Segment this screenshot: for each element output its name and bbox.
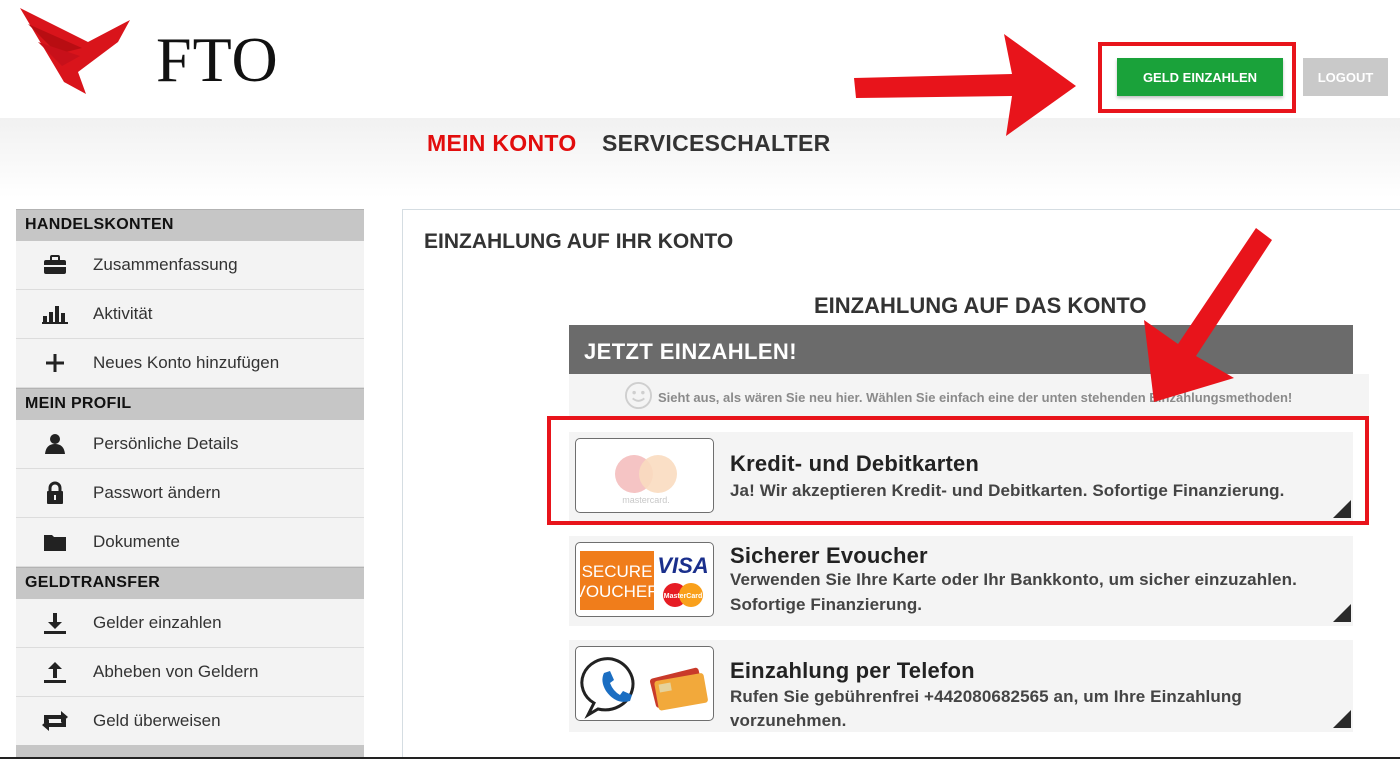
logo-text: FTO: [156, 24, 279, 95]
deposit-money-button[interactable]: GELD EINZAHLEN: [1117, 58, 1283, 96]
bar-chart-icon: [16, 304, 93, 324]
hint-text: Sieht aus, als wären Sie neu hier. Wähle…: [658, 390, 1293, 405]
deposit-now-banner: JETZT EINZAHLEN!: [569, 325, 1353, 374]
folder-icon: [16, 532, 93, 552]
secure-text: SECURE: [582, 562, 653, 581]
phone-icon: [580, 657, 708, 719]
sidebar-item-label: Passwort ändern: [93, 483, 221, 502]
method-description: Sofortige Finanzierung.: [730, 595, 923, 614]
corner-arrow-icon: [1333, 710, 1351, 728]
sidebar-item-label: Gelder einzahlen: [93, 613, 222, 632]
mastercard-logo-text: mastercard.: [622, 495, 670, 505]
logout-button[interactable]: LOGOUT: [1303, 58, 1388, 96]
nav-serviceschalter[interactable]: SERVICESCHALTER: [602, 130, 831, 157]
sidebar-item-passwort[interactable]: Passwort ändern: [16, 469, 364, 518]
download-icon: [16, 612, 93, 634]
bird-logo-icon: [20, 8, 130, 94]
user-icon: [16, 433, 93, 455]
method-title: Einzahlung per Telefon: [730, 658, 975, 683]
sidebar-item-label: Aktivität: [93, 304, 153, 323]
method-description: vorzunehmen.: [730, 711, 847, 730]
method-title: Kredit- und Debitkarten: [730, 451, 980, 476]
sidebar-item-dokumente[interactable]: Dokumente: [16, 518, 364, 567]
lock-icon: [16, 481, 93, 505]
mastercard-text: MasterCard: [664, 593, 703, 600]
secure-voucher-logo: SECURE VOUCHER VISA MasterCard: [575, 542, 714, 617]
sidebar-item-label: Abheben von Geldern: [93, 662, 259, 681]
method-description: Verwenden Sie Ihre Karte oder Ihr Bankko…: [730, 570, 1297, 589]
phone-card-logo: [575, 646, 714, 721]
sidebar-item-label: Zusammenfassung: [93, 255, 238, 274]
sidebar-section-title: MEIN PROFIL: [16, 388, 364, 420]
sidebar-item-label: Persönliche Details: [93, 434, 239, 453]
sidebar-item-zusammenfassung[interactable]: Zusammenfassung: [16, 241, 364, 290]
sidebar-section-title: HANDELSKONTEN: [16, 209, 364, 241]
sidebar-item-gelder-einzahlen[interactable]: Gelder einzahlen: [16, 599, 364, 648]
page-title: EINZAHLUNG AUF IHR KONTO: [424, 230, 734, 253]
sidebar-item-label: Dokumente: [93, 532, 180, 551]
method-title: Sicherer Evoucher: [730, 543, 928, 568]
briefcase-icon: [16, 255, 93, 275]
corner-arrow-icon: [1333, 604, 1351, 622]
fto-logo[interactable]: FTO: [18, 2, 278, 102]
section-title: EINZAHLUNG AUF DAS KONTO: [814, 293, 1147, 318]
visa-mastercard-icon: SECURE VOUCHER VISA MasterCard: [576, 551, 709, 610]
sidebar-section-title: GELDTRANSFER: [16, 567, 364, 599]
upload-icon: [16, 661, 93, 683]
transfer-icon: [16, 710, 93, 732]
mastercard-icon: mastercard.: [615, 455, 677, 505]
smiley-icon: [624, 381, 653, 410]
sidebar-item-neues-konto[interactable]: Neues Konto hinzufügen: [16, 339, 364, 388]
sidebar-item-label: Neues Konto hinzufügen: [93, 353, 280, 372]
sidebar-item-ueberweisen[interactable]: Geld überweisen: [16, 697, 364, 746]
method-description: Rufen Sie gebührenfrei +442080682565 an,…: [730, 687, 1242, 706]
sidebar: HANDELSKONTEN Zusammenfassung Aktivität …: [16, 209, 364, 759]
voucher-text: VOUCHER: [576, 582, 660, 601]
corner-arrow-icon: [1333, 500, 1351, 518]
method-phone[interactable]: Einzahlung per Telefon Rufen Sie gebühre…: [569, 640, 1353, 732]
sidebar-item-abheben[interactable]: Abheben von Geldern: [16, 648, 364, 697]
sidebar-item-label: Geld überweisen: [93, 711, 221, 730]
plus-icon: [16, 353, 93, 373]
header: FTO GELD EINZAHLEN LOGOUT: [0, 0, 1400, 118]
mastercard-logo: mastercard.: [575, 438, 714, 513]
visa-text: VISA: [657, 553, 708, 578]
sidebar-item-aktivitaet[interactable]: Aktivität: [16, 290, 364, 339]
sidebar-item-persoenliche-details[interactable]: Persönliche Details: [16, 420, 364, 469]
nav-mein-konto[interactable]: MEIN KONTO: [427, 130, 577, 157]
method-evoucher[interactable]: SECURE VOUCHER VISA MasterCard Sicherer …: [569, 536, 1353, 626]
method-description: Ja! Wir akzeptieren Kredit- und Debitkar…: [730, 481, 1285, 500]
method-credit-card[interactable]: mastercard. Kredit- und Debitkarten Ja! …: [569, 432, 1353, 522]
